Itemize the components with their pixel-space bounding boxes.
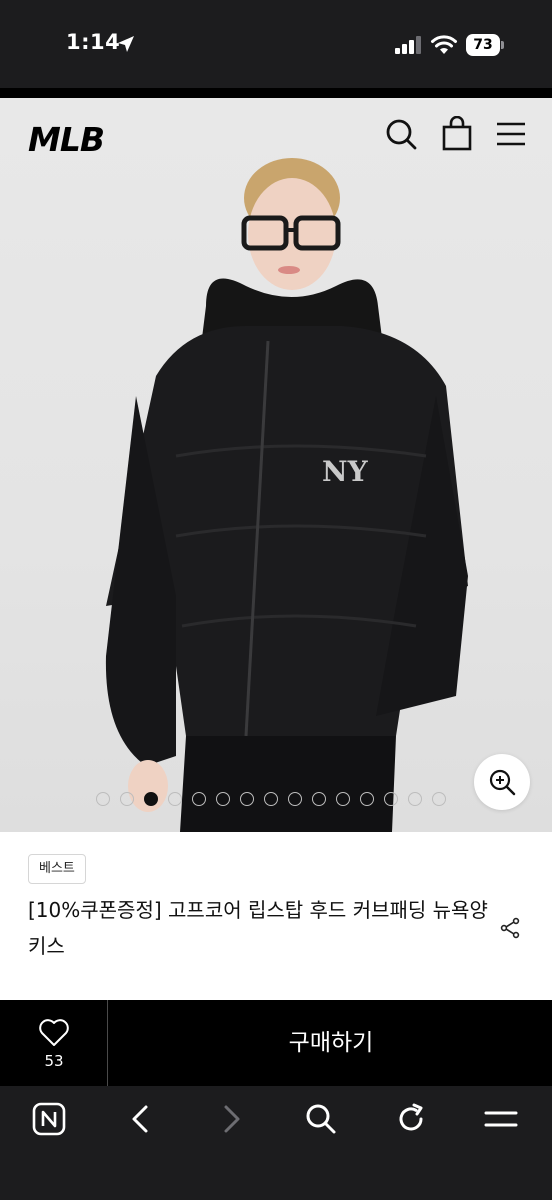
best-badge: 베스트 xyxy=(28,854,86,884)
search-icon[interactable] xyxy=(384,116,418,152)
status-time: 1:14 xyxy=(66,30,121,54)
gallery-dot[interactable] xyxy=(264,792,278,806)
purchase-bar: 53 구매하기 xyxy=(0,1000,552,1086)
gallery-dot[interactable] xyxy=(216,792,230,806)
gallery-dot[interactable] xyxy=(408,792,422,806)
gallery-dot[interactable] xyxy=(360,792,374,806)
battery-icon: 73 xyxy=(466,34,504,56)
battery-level: 73 xyxy=(466,34,500,56)
gallery-dot[interactable] xyxy=(96,792,110,806)
gallery-dot[interactable] xyxy=(312,792,326,806)
zoom-button[interactable] xyxy=(474,754,530,810)
zoom-in-icon xyxy=(489,769,516,796)
gallery-dot[interactable] xyxy=(192,792,206,806)
location-arrow-icon xyxy=(118,36,134,52)
product-photo: NY xyxy=(105,158,468,832)
buy-button[interactable]: 구매하기 xyxy=(110,1000,552,1086)
menu-icon[interactable] xyxy=(484,1102,518,1136)
gallery-dot[interactable] xyxy=(288,792,302,806)
shopping-bag-icon[interactable] xyxy=(440,116,474,152)
status-bar: 1:14 73 xyxy=(0,0,552,88)
like-count: 53 xyxy=(44,1052,64,1070)
gallery-pagination[interactable] xyxy=(96,792,446,806)
divider xyxy=(0,88,552,98)
product-image-gallery[interactable]: NY MLB xyxy=(0,98,552,832)
svg-text:NY: NY xyxy=(322,455,369,488)
wifi-icon xyxy=(431,35,457,54)
product-title: [10%쿠폰증정] 고프코어 립스탑 후드 커브패딩 뉴욕양키스 xyxy=(28,898,488,958)
browser-toolbar xyxy=(0,1086,552,1200)
reload-icon[interactable] xyxy=(394,1102,428,1136)
forward-icon[interactable] xyxy=(214,1102,248,1136)
back-icon[interactable] xyxy=(124,1102,158,1136)
gallery-dot[interactable] xyxy=(336,792,350,806)
menu-icon[interactable] xyxy=(494,116,528,152)
gallery-dot[interactable] xyxy=(168,792,182,806)
gallery-dot[interactable] xyxy=(384,792,398,806)
share-icon[interactable] xyxy=(498,916,522,940)
like-button[interactable]: 53 xyxy=(0,1000,108,1086)
cell-signal-icon xyxy=(395,36,421,54)
gallery-dot[interactable] xyxy=(120,792,134,806)
naver-home-icon[interactable] xyxy=(32,1102,66,1136)
product-info: 베스트 [10%쿠폰증정] 고프코어 립스탑 후드 커브패딩 뉴욕양키스 xyxy=(0,832,552,1000)
gallery-dot[interactable] xyxy=(432,792,446,806)
search-icon[interactable] xyxy=(304,1102,338,1136)
heart-icon xyxy=(39,1019,69,1046)
gallery-dot[interactable] xyxy=(240,792,254,806)
gallery-dot[interactable] xyxy=(144,792,158,806)
brand-logo[interactable]: MLB xyxy=(28,120,105,159)
